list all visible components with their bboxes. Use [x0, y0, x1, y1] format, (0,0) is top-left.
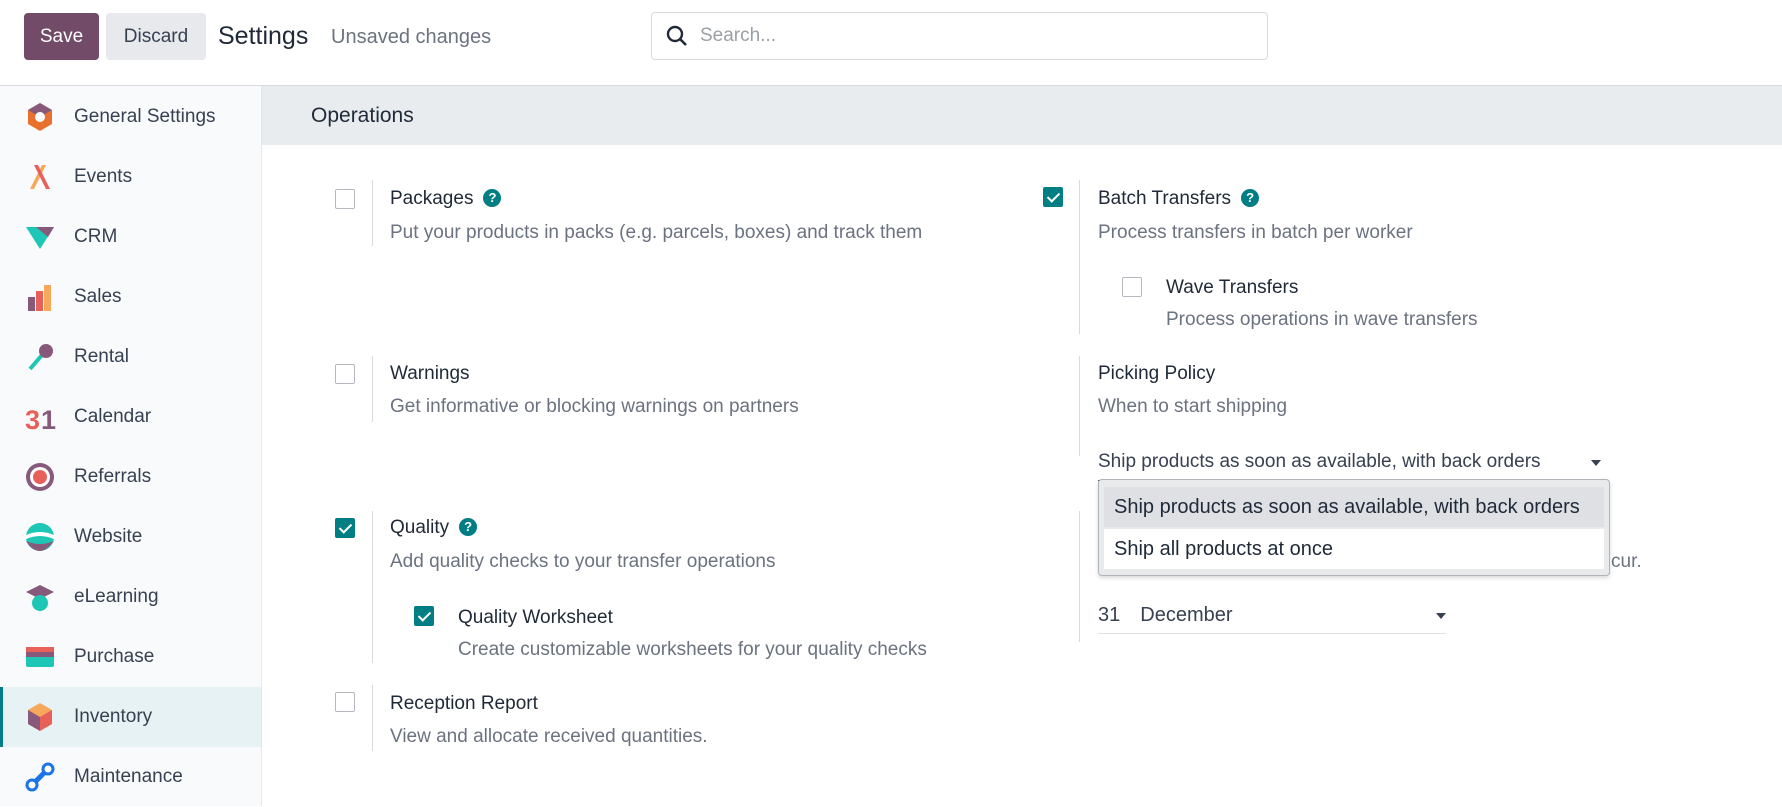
sidebar-item-label: CRM — [74, 226, 118, 247]
sidebar-item-inventory[interactable]: Inventory — [0, 687, 261, 747]
sidebar-item-label: Sales — [74, 286, 122, 307]
search-box[interactable] — [651, 12, 1268, 60]
caret-down-icon — [1591, 460, 1601, 466]
divider — [372, 511, 373, 663]
elearning-icon — [24, 581, 56, 613]
unsaved-status: Unsaved changes — [331, 26, 492, 48]
website-icon — [24, 521, 56, 553]
sidebar-item-label: Referrals — [74, 466, 152, 487]
sidebar-item-purchase[interactable]: Purchase — [0, 627, 261, 687]
annual-inventory-desc-fragment: cur. — [1611, 551, 1642, 572]
section-title: Operations — [311, 104, 414, 127]
divider — [1079, 180, 1080, 334]
day-value: 31 — [1098, 604, 1121, 626]
sidebar-item-label: General Settings — [74, 106, 216, 127]
divider — [372, 685, 373, 751]
crm-icon — [24, 221, 56, 253]
wave-transfers-title: Wave Transfers — [1166, 277, 1299, 298]
save-button[interactable]: Save — [24, 13, 99, 60]
sidebar-item-label: Events — [74, 166, 133, 187]
dropdown-option[interactable]: Ship products as soon as available, with… — [1104, 487, 1604, 527]
picking-policy-select[interactable]: Ship products as soon as available, with… — [1098, 451, 1608, 481]
packages-desc: Put your products in packs (e.g. parcels… — [390, 222, 923, 243]
help-icon[interactable]: ? — [483, 188, 502, 207]
reception-report-checkbox[interactable] — [335, 692, 355, 712]
sidebar-item-label: Inventory — [74, 706, 153, 727]
svg-text:1: 1 — [41, 405, 56, 433]
search-input[interactable] — [700, 25, 1240, 47]
wave-transfers-desc: Process operations in wave transfers — [1166, 309, 1478, 330]
sidebar-item-label: Rental — [74, 346, 129, 367]
help-icon[interactable]: ? — [459, 517, 478, 536]
batch-transfers-checkbox[interactable] — [1043, 187, 1063, 207]
page-title: Settings — [218, 22, 309, 50]
quality-worksheet-checkbox[interactable] — [414, 606, 434, 626]
sidebar-item-general-settings[interactable]: General Settings — [0, 87, 261, 147]
sidebar-item-website[interactable]: Website — [0, 507, 261, 567]
month-value: December — [1140, 604, 1233, 626]
picking-policy-desc: When to start shipping — [1098, 396, 1288, 417]
reception-report-title: Reception Report — [390, 693, 538, 714]
events-icon — [24, 161, 56, 193]
sidebar-item-label: Calendar — [74, 406, 152, 427]
general-settings-icon — [24, 101, 56, 133]
sidebar-item-sales[interactable]: Sales — [0, 267, 261, 327]
selected-value: Ship products as soon as available, with… — [1098, 451, 1541, 472]
batch-transfers-desc: Process transfers in batch per worker — [1098, 222, 1413, 243]
sidebar-item-rental[interactable]: Rental — [0, 327, 261, 387]
warnings-checkbox[interactable] — [335, 364, 355, 384]
quality-desc: Add quality checks to your transfer oper… — [390, 551, 776, 572]
referrals-icon — [24, 461, 56, 493]
packages-title: Packages? — [390, 188, 502, 210]
discard-button[interactable]: Discard — [106, 13, 206, 60]
warnings-desc: Get informative or blocking warnings on … — [390, 396, 799, 417]
picking-policy-title: Picking Policy — [1098, 363, 1216, 384]
inventory-icon — [24, 701, 56, 733]
divider — [372, 180, 373, 246]
packages-checkbox[interactable] — [335, 189, 355, 209]
sales-icon — [24, 281, 56, 313]
annual-inventory-date-select[interactable]: 31 December — [1098, 604, 1446, 634]
sidebar-item-calendar[interactable]: 3 1 Calendar — [0, 387, 261, 447]
sidebar: General Settings Events CRM Sales Rental 3 1 Ca… — [0, 86, 262, 806]
quality-checkbox[interactable] — [335, 518, 355, 538]
reception-report-desc: View and allocate received quantities. — [390, 726, 708, 747]
maintenance-icon — [24, 761, 56, 793]
quality-worksheet-title: Quality Worksheet — [458, 607, 613, 628]
caret-down-icon — [1436, 613, 1446, 619]
wave-transfers-checkbox[interactable] — [1122, 277, 1142, 297]
dropdown-option[interactable]: Ship all products at once — [1104, 529, 1604, 569]
purchase-icon — [24, 641, 56, 673]
quality-title: Quality? — [390, 517, 478, 539]
sidebar-item-elearning[interactable]: eLearning — [0, 567, 261, 627]
section-header: Operations — [262, 86, 1782, 145]
sidebar-item-label: Website — [74, 526, 143, 547]
sidebar-item-label: eLearning — [74, 586, 159, 607]
divider — [1079, 511, 1080, 642]
rental-icon — [24, 341, 56, 373]
search-icon — [666, 25, 687, 46]
sidebar-item-events[interactable]: Events — [0, 147, 261, 207]
calendar-icon: 31 — [24, 401, 56, 433]
batch-transfers-title: Batch Transfers? — [1098, 188, 1260, 210]
help-icon[interactable]: ? — [1241, 188, 1260, 207]
picking-policy-dropdown: Ship products as soon as available, with… — [1098, 479, 1610, 576]
warnings-title: Warnings — [390, 363, 470, 384]
divider — [372, 356, 373, 422]
divider — [1079, 356, 1080, 456]
quality-worksheet-desc: Create customizable worksheets for your … — [458, 639, 927, 660]
sidebar-item-label: Maintenance — [74, 766, 183, 787]
sidebar-item-crm[interactable]: CRM — [0, 207, 261, 267]
sidebar-item-referrals[interactable]: Referrals — [0, 447, 261, 507]
svg-text:3: 3 — [25, 405, 40, 433]
sidebar-item-label: Purchase — [74, 646, 155, 667]
sidebar-item-maintenance[interactable]: Maintenance — [0, 747, 261, 807]
